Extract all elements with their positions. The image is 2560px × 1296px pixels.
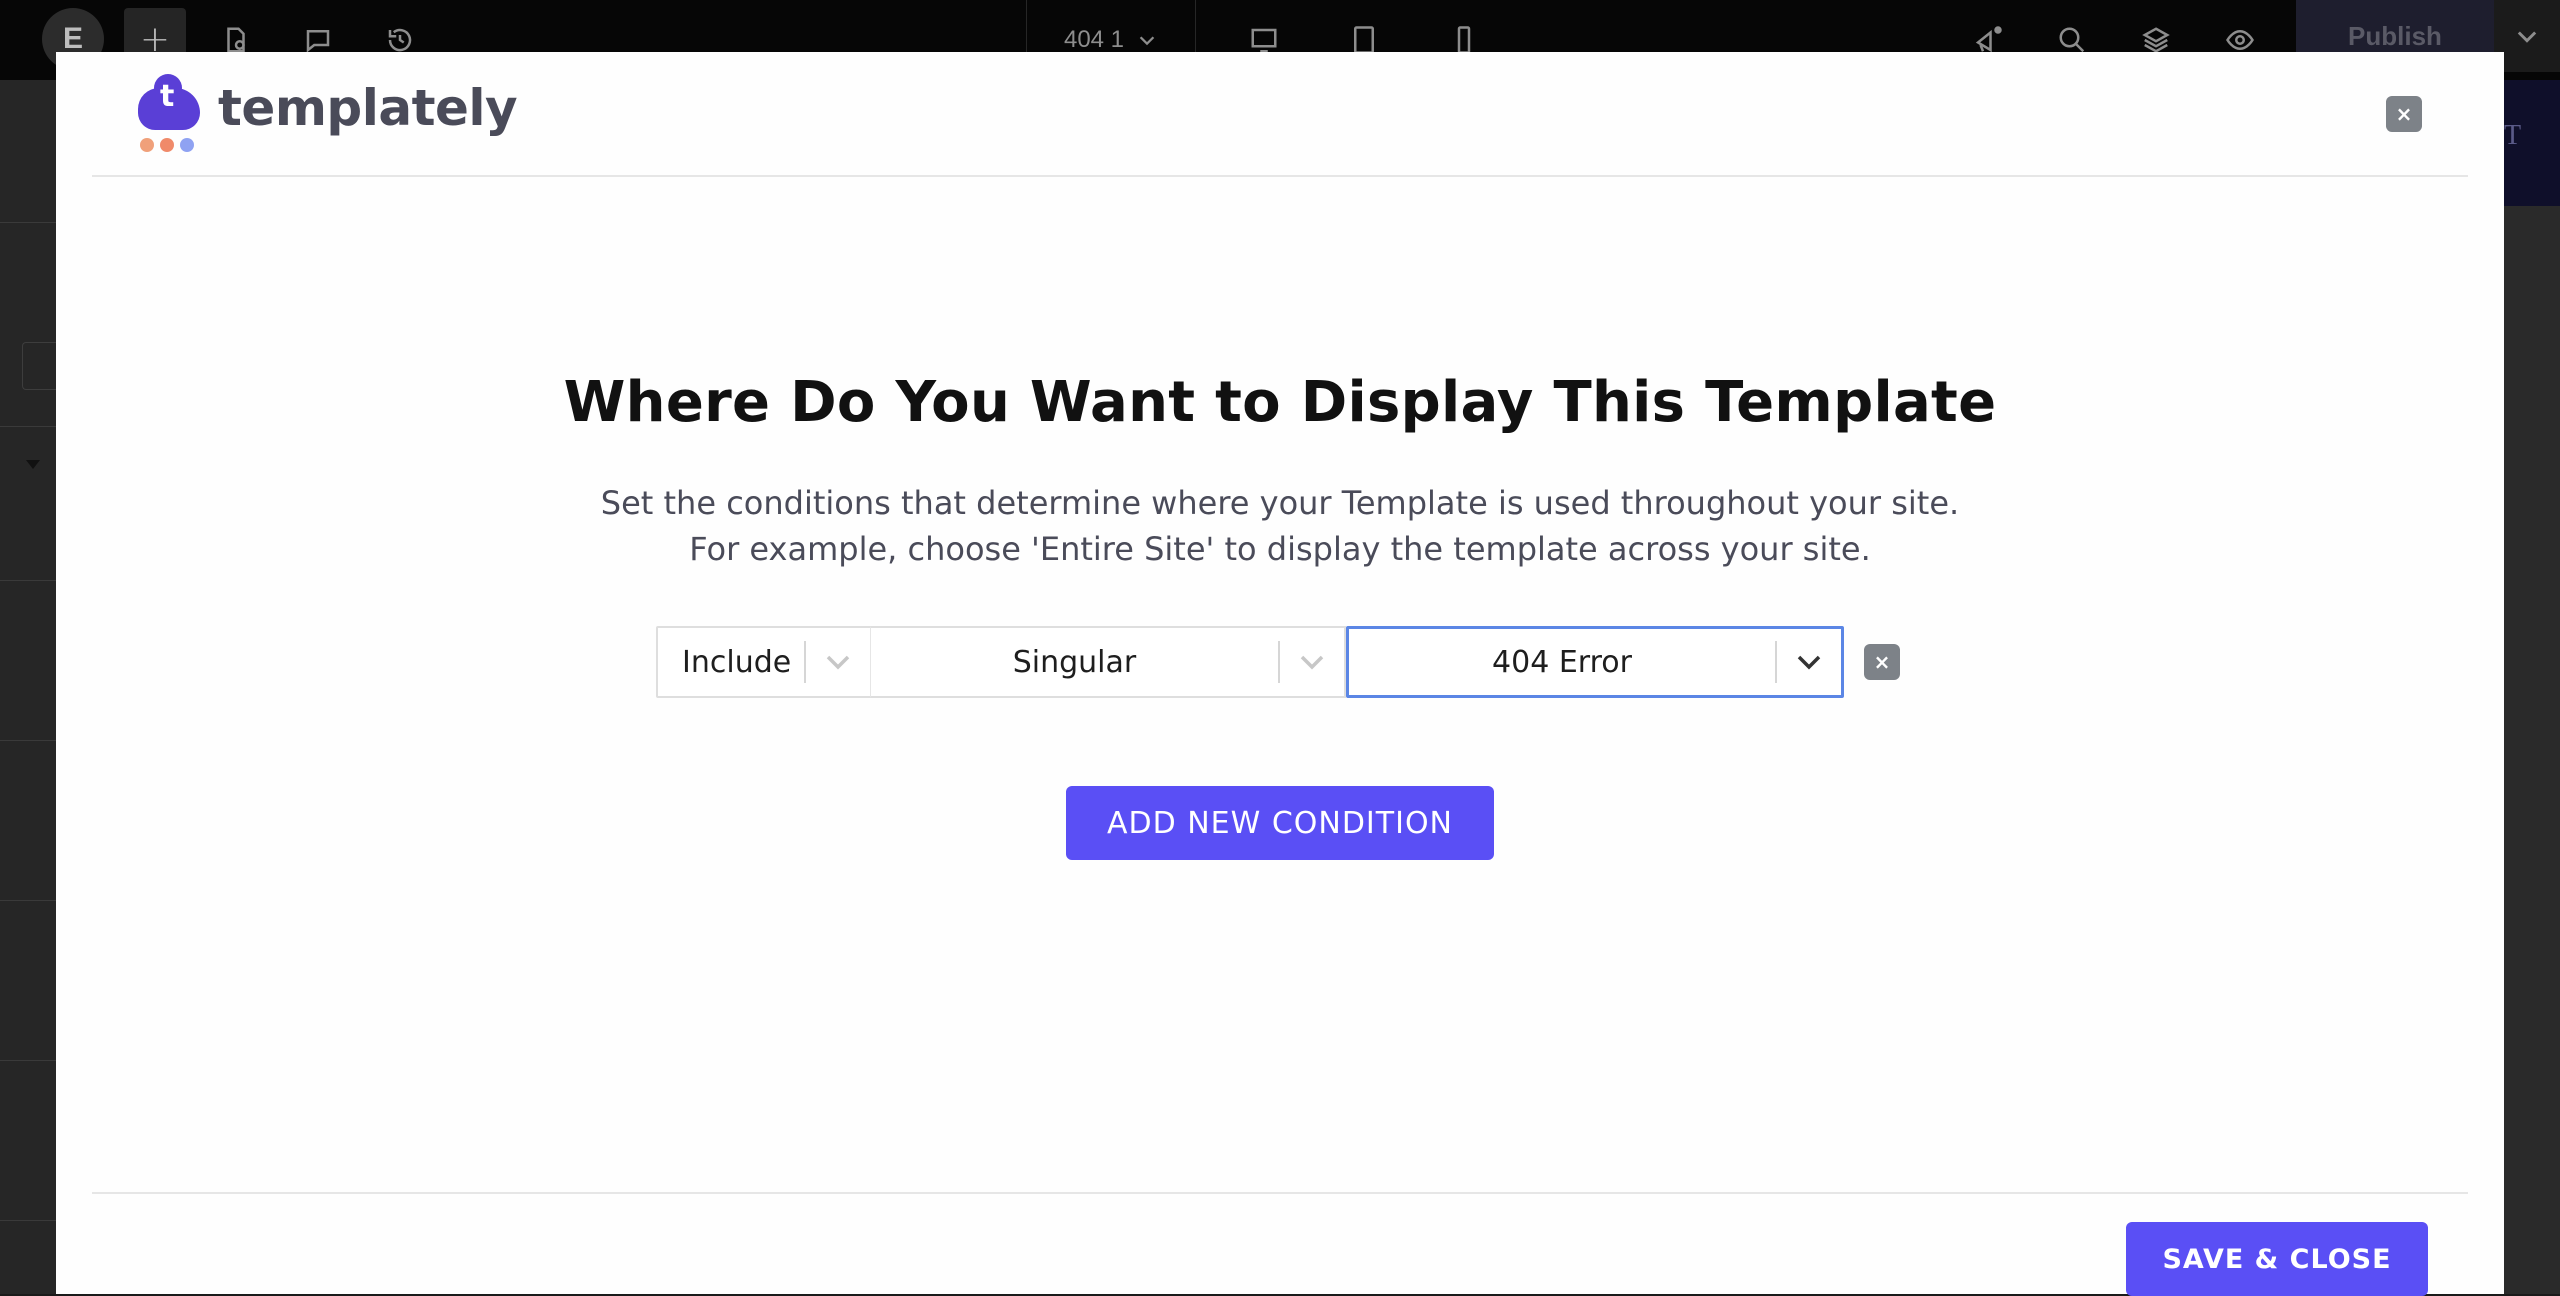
logo-dot: [140, 138, 154, 152]
close-icon: ×: [1873, 650, 1891, 674]
condition-type-select[interactable]: Include: [656, 626, 872, 698]
panel-divider: [0, 900, 56, 901]
panel-divider: [0, 1060, 56, 1061]
modal-header: t templately ×: [56, 52, 2504, 176]
canvas-preview-strip: T: [2504, 80, 2560, 206]
condition-target-value: 404 Error: [1492, 644, 1632, 680]
display-conditions-modal: t templately × Where Do You Want to Disp…: [56, 52, 2504, 1296]
panel-divider: [0, 222, 56, 223]
modal-description: Set the conditions that determine where …: [56, 480, 2504, 572]
logo-letter: t: [160, 79, 175, 114]
condition-scope-select[interactable]: Singular: [870, 626, 1346, 698]
close-modal-button[interactable]: ×: [2386, 96, 2422, 132]
save-and-close-button[interactable]: SAVE & CLOSE: [2126, 1222, 2428, 1296]
description-line: Set the conditions that determine where …: [600, 484, 1960, 522]
editor-left-panel: [0, 80, 62, 1294]
add-new-condition-button[interactable]: ADD NEW CONDITION: [1066, 786, 1494, 860]
footer-divider: [92, 1192, 2468, 1194]
templately-logo: t templately: [136, 74, 518, 154]
condition-target-select[interactable]: 404 Error: [1346, 626, 1844, 698]
page-name: 404 1: [1063, 26, 1125, 53]
editor-canvas-edge: [2504, 80, 2560, 1294]
chevron-down-icon: [806, 628, 870, 696]
chevron-down-icon: [1280, 628, 1344, 696]
chevron-down-icon: [1777, 629, 1841, 695]
chevron-down-icon: [2517, 31, 2537, 43]
brand-name: templately: [218, 79, 518, 137]
description-line: For example, choose 'Entire Site' to dis…: [689, 530, 1871, 568]
remove-condition-button[interactable]: ×: [1864, 644, 1900, 680]
logo-dot: [160, 138, 174, 152]
condition-scope-value: Singular: [1012, 644, 1137, 680]
chevron-down-icon: [1139, 36, 1155, 46]
header-divider: [92, 175, 2468, 177]
modal-title: Where Do You Want to Display This Templa…: [563, 370, 1997, 435]
logo-dot: [180, 138, 194, 152]
panel-divider: [0, 740, 56, 741]
caret-down-icon[interactable]: [26, 460, 40, 469]
panel-divider: [0, 426, 56, 427]
panel-divider: [0, 1220, 56, 1221]
panel-divider: [0, 580, 56, 581]
close-icon: ×: [2395, 102, 2413, 126]
condition-type-value: Include: [682, 644, 792, 680]
templately-logo-icon: t: [136, 74, 204, 152]
